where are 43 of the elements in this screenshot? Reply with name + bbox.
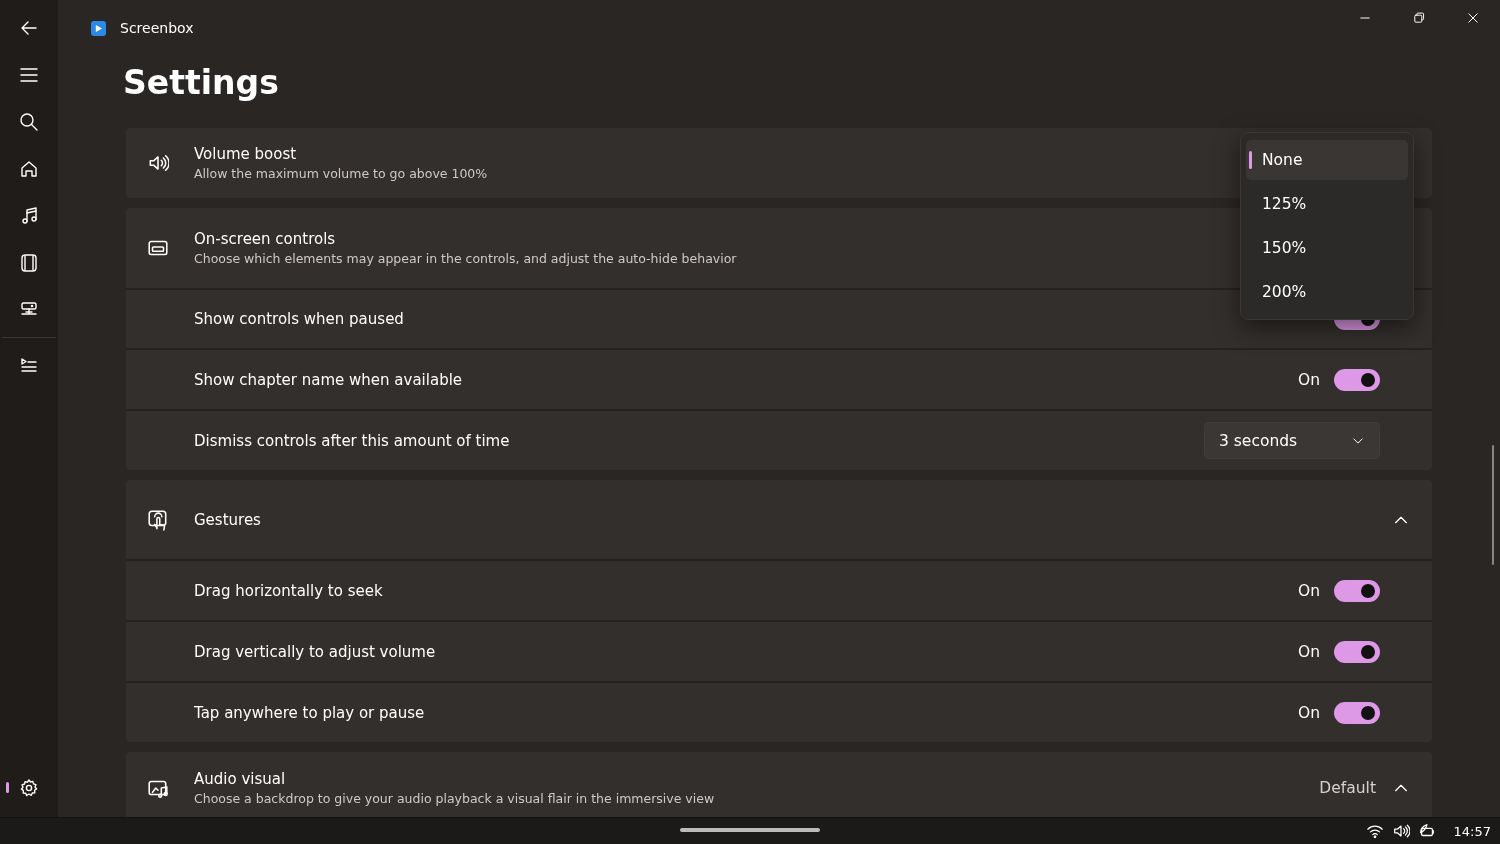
scrollbar[interactable] bbox=[1492, 445, 1494, 565]
setting-description: Allow the maximum volume to go above 100% bbox=[194, 166, 488, 181]
app-logo-icon bbox=[91, 20, 106, 36]
toggle-switch[interactable] bbox=[1334, 701, 1380, 724]
toggle-state: On bbox=[1297, 581, 1320, 600]
wifi-icon bbox=[1365, 822, 1384, 840]
clock: 14:57 bbox=[1453, 823, 1491, 839]
search-icon bbox=[19, 111, 39, 132]
page-title: Settings bbox=[123, 62, 280, 104]
setting-value: Default bbox=[1319, 779, 1376, 797]
restore-icon bbox=[1412, 11, 1426, 25]
setting-label: Show chapter name when available bbox=[194, 370, 463, 389]
setting-description: Choose which elements may appear in the controls, and adjust the auto-hide behavior bbox=[194, 251, 737, 266]
setting-title: On-screen controls bbox=[194, 230, 336, 248]
menu-option[interactable]: 200% bbox=[1246, 272, 1408, 312]
app-title: Screenbox bbox=[120, 20, 194, 36]
toggle-switch[interactable] bbox=[1334, 368, 1380, 391]
toggle-switch[interactable] bbox=[1334, 640, 1380, 663]
toggle-state: On bbox=[1297, 703, 1320, 722]
toggle-state: On bbox=[1297, 642, 1320, 661]
toggle-switch[interactable] bbox=[1334, 579, 1380, 602]
menu-option[interactable]: 125% bbox=[1246, 184, 1408, 224]
speaker-icon bbox=[1391, 822, 1410, 840]
setting-title: Gestures bbox=[194, 510, 261, 529]
dropdown[interactable]: 3 seconds bbox=[1204, 422, 1380, 459]
setting-label: Drag horizontally to seek bbox=[194, 581, 383, 600]
menu-option[interactable]: 150% bbox=[1246, 228, 1408, 268]
setting-label: Dismiss controls after this amount of time bbox=[194, 431, 510, 450]
settings-icon bbox=[19, 777, 39, 798]
setting-label: Tap anywhere to play or pause bbox=[194, 703, 425, 722]
home-icon bbox=[19, 158, 39, 179]
setting-label: Drag vertically to adjust volume bbox=[194, 642, 436, 661]
menu-option[interactable]: None bbox=[1246, 140, 1408, 180]
setting-label: Show controls when paused bbox=[194, 310, 404, 328]
touch-icon bbox=[147, 508, 169, 531]
setting-title: Volume boost bbox=[194, 145, 297, 163]
toggle-state: On bbox=[1297, 370, 1320, 389]
close-icon bbox=[1466, 11, 1480, 25]
film-icon bbox=[19, 252, 39, 273]
speaker-icon bbox=[147, 152, 169, 174]
setting-title: Audio visual bbox=[194, 770, 286, 788]
setting-description: Choose a backdrop to give your audio playback a visual flair in the immersive view bbox=[194, 791, 715, 806]
music-note-icon bbox=[19, 205, 39, 226]
